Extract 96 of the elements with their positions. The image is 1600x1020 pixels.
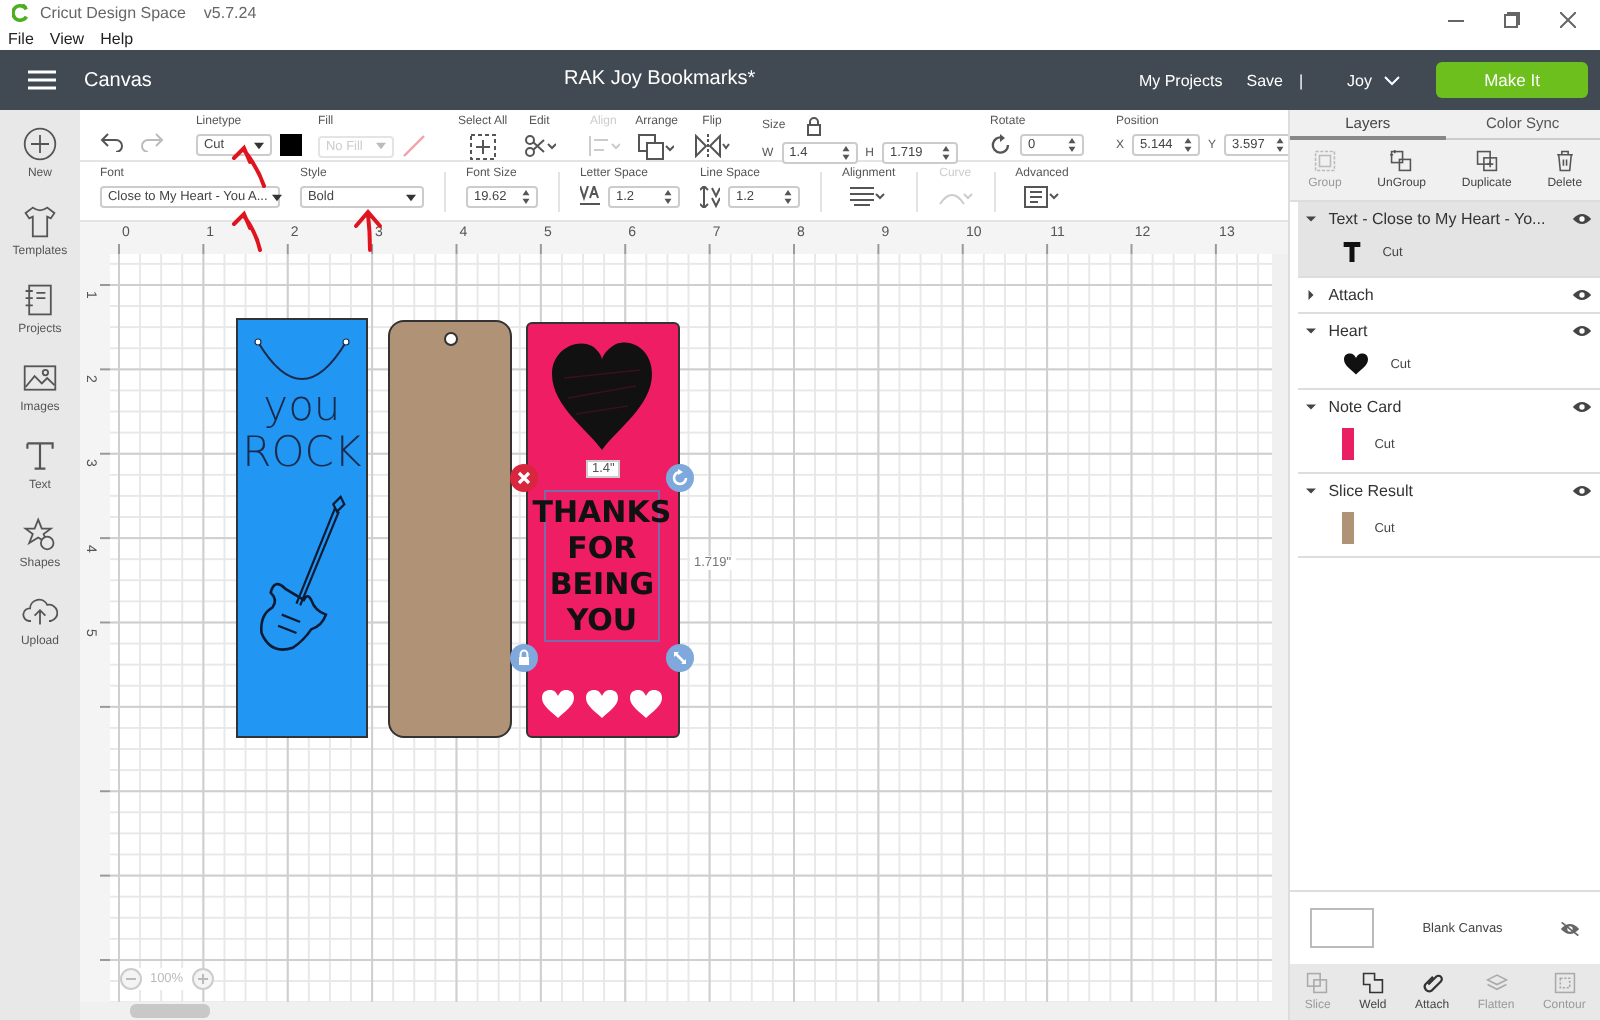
bookmark-text: ROCK (242, 430, 362, 476)
project-title: RAK Joy Bookmarks* (564, 68, 756, 90)
header-separator: | (1298, 71, 1304, 89)
heart-thumbnail-icon (1342, 352, 1371, 376)
caret-icon[interactable] (1306, 290, 1317, 300)
spinner-icon (521, 190, 530, 204)
app-logo-icon (12, 4, 30, 22)
image-icon (21, 360, 58, 396)
blank-canvas-thumbnail[interactable] (1310, 908, 1375, 948)
header-link[interactable]: Save (1246, 71, 1283, 89)
text-align-icon[interactable] (850, 186, 887, 206)
group-icon (1313, 150, 1336, 172)
notebook-icon (21, 282, 58, 318)
restore-icon[interactable] (1504, 11, 1520, 27)
heart-icon (584, 688, 621, 720)
duplicate-icon (1475, 150, 1498, 172)
contour-icon (1553, 972, 1576, 994)
annotation-arrow (350, 208, 386, 252)
bookmark-text: YOU (566, 602, 638, 638)
shapes-icon (21, 516, 58, 552)
vertical-scrollbar[interactable] (1272, 254, 1289, 1002)
layer-name: Text - Close to My Heart - Yo... (1328, 210, 1548, 228)
chevron-icon (1384, 75, 1400, 85)
arrange-icon[interactable] (638, 134, 675, 160)
layer-name: Slice Result (1328, 482, 1415, 500)
letter-spacing-icon (579, 186, 600, 208)
spinner-icon (1184, 138, 1193, 152)
caret-icon (271, 193, 282, 201)
slice-icon (1306, 972, 1329, 994)
eye-icon[interactable] (1572, 212, 1593, 226)
spinner-icon (663, 190, 672, 204)
bookmark-text: FOR (567, 530, 637, 566)
menu-icon[interactable] (28, 70, 56, 90)
spinner-icon (783, 190, 792, 204)
line-color-swatch[interactable] (279, 134, 302, 156)
layer-name: Attach (1328, 286, 1376, 304)
caret-icon (375, 142, 386, 150)
plus-icon (21, 126, 58, 162)
bookmark-text: THANKS (532, 494, 672, 530)
spinner-icon (841, 146, 850, 160)
select-all-icon[interactable] (469, 134, 496, 160)
app-version: v5.7.24 (203, 4, 257, 22)
hanger-arc-drawing (251, 336, 352, 384)
menu-item[interactable]: File (8, 29, 34, 47)
lock-icon[interactable] (805, 116, 822, 136)
eye-icon[interactable] (1572, 400, 1593, 414)
menu-item[interactable]: View (49, 29, 85, 47)
caret-icon[interactable] (1306, 326, 1317, 336)
line-spacing-icon (699, 186, 720, 208)
delete-icon (1553, 150, 1576, 172)
text-icon (21, 438, 58, 474)
caret-icon (253, 141, 264, 149)
layer-name: Heart (1328, 322, 1370, 340)
scissors-icon[interactable] (523, 134, 556, 158)
caret-icon (405, 193, 416, 201)
bookmark-text: BEING (549, 566, 655, 602)
pen-slash-icon (401, 134, 426, 158)
caret-icon[interactable] (1306, 402, 1317, 412)
upload-icon (21, 594, 58, 630)
spinner-icon (942, 146, 951, 160)
layer-item[interactable]: Attach (1298, 278, 1600, 314)
bookmark-text: you (263, 384, 341, 430)
scrollbar-thumb[interactable] (129, 1004, 210, 1018)
hidden-eye-icon[interactable] (1560, 921, 1581, 935)
annotation-arrow (228, 144, 272, 188)
layer-name: Note Card (1328, 398, 1404, 416)
close-icon[interactable] (1560, 11, 1576, 27)
eye-icon[interactable] (1572, 324, 1593, 338)
horizontal-scrollbar[interactable] (79, 1002, 1289, 1020)
heart-drawing (548, 338, 657, 454)
close-icon[interactable] (509, 464, 538, 492)
heart-icon (628, 688, 665, 720)
caret-icon[interactable] (1306, 214, 1317, 224)
resize-handle-icon[interactable] (665, 644, 694, 672)
attach-icon (1421, 972, 1444, 994)
eye-icon[interactable] (1572, 484, 1593, 498)
advanced-icon[interactable] (1023, 186, 1060, 208)
undo-icon[interactable] (99, 132, 124, 152)
page-title: Canvas (84, 69, 152, 91)
app-title: Cricut Design Space (40, 4, 186, 22)
flatten-icon (1485, 972, 1507, 994)
lock-icon[interactable] (509, 644, 538, 672)
spinner-icon (1068, 138, 1077, 152)
rotate-handle-icon[interactable] (665, 464, 694, 492)
heart-icon (540, 688, 577, 720)
weld-icon (1361, 972, 1384, 994)
user-menu[interactable]: Joy (1347, 71, 1400, 89)
eye-icon[interactable] (1572, 288, 1593, 302)
rotate-icon (990, 134, 1013, 156)
shirt-icon (21, 204, 58, 240)
caret-icon[interactable] (1306, 486, 1317, 496)
header-link[interactable]: My Projects (1138, 71, 1223, 89)
ungroup-icon (1390, 150, 1413, 172)
flip-icon[interactable] (694, 134, 730, 158)
text-thumbnail-icon (1342, 240, 1363, 264)
menu-item[interactable]: Help (100, 29, 134, 47)
